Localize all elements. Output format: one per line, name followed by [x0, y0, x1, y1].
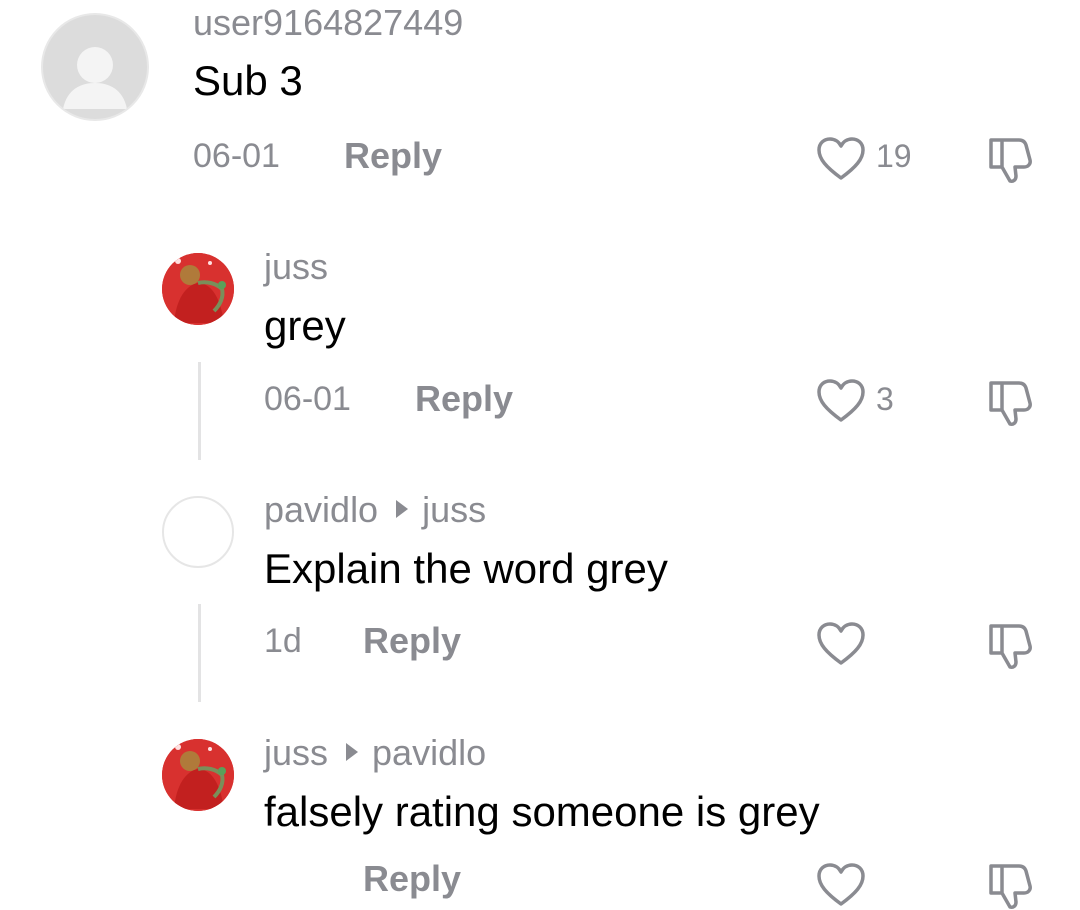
thumbs-down-icon[interactable]	[987, 134, 1041, 184]
reply-button[interactable]: Reply	[344, 138, 442, 174]
avatar[interactable]	[162, 496, 234, 568]
thumbs-down-icon[interactable]	[987, 377, 1041, 427]
avatar[interactable]	[41, 13, 149, 121]
author-name[interactable]: juss	[264, 732, 328, 773]
thread-line	[198, 362, 201, 460]
thumbs-down-icon[interactable]	[987, 860, 1041, 910]
reply-to-name[interactable]: juss	[422, 489, 486, 530]
like-count: 3	[876, 381, 894, 417]
thread-line	[198, 604, 201, 702]
heart-outline-icon[interactable]	[816, 378, 866, 424]
default-user-icon	[63, 47, 127, 109]
reply-button[interactable]: Reply	[415, 381, 513, 417]
thumbs-down-icon[interactable]	[987, 620, 1041, 670]
heart-outline-icon[interactable]	[816, 621, 866, 667]
comment-username[interactable]: pavidlo juss	[264, 492, 486, 528]
avatar[interactable]	[162, 253, 234, 325]
comment-text: Sub 3	[193, 57, 303, 104]
comment-date: 1d	[264, 622, 302, 660]
anime-character-avatar-icon	[162, 739, 234, 811]
like-count: 19	[876, 138, 912, 174]
comment-text: falsely rating someone is grey	[264, 788, 820, 835]
reply-to-name[interactable]: pavidlo	[372, 732, 486, 773]
anime-character-avatar-icon	[162, 253, 234, 325]
comment-text: grey	[264, 302, 346, 349]
reply-button[interactable]: Reply	[363, 623, 461, 659]
comment-username[interactable]: user9164827449	[193, 5, 463, 41]
reply-button[interactable]: Reply	[363, 861, 461, 897]
caret-right-icon	[396, 500, 409, 519]
comment-username[interactable]: juss pavidlo	[264, 735, 486, 771]
comment-date: 06-01	[193, 137, 280, 175]
heart-outline-icon[interactable]	[816, 862, 866, 908]
comment-username[interactable]: juss	[264, 249, 328, 285]
comment-date: 06-01	[264, 380, 351, 418]
comment-text: Explain the word grey	[264, 545, 668, 592]
author-name[interactable]: pavidlo	[264, 489, 378, 530]
avatar[interactable]	[162, 739, 234, 811]
caret-right-icon	[346, 743, 359, 762]
heart-outline-icon[interactable]	[816, 136, 866, 182]
